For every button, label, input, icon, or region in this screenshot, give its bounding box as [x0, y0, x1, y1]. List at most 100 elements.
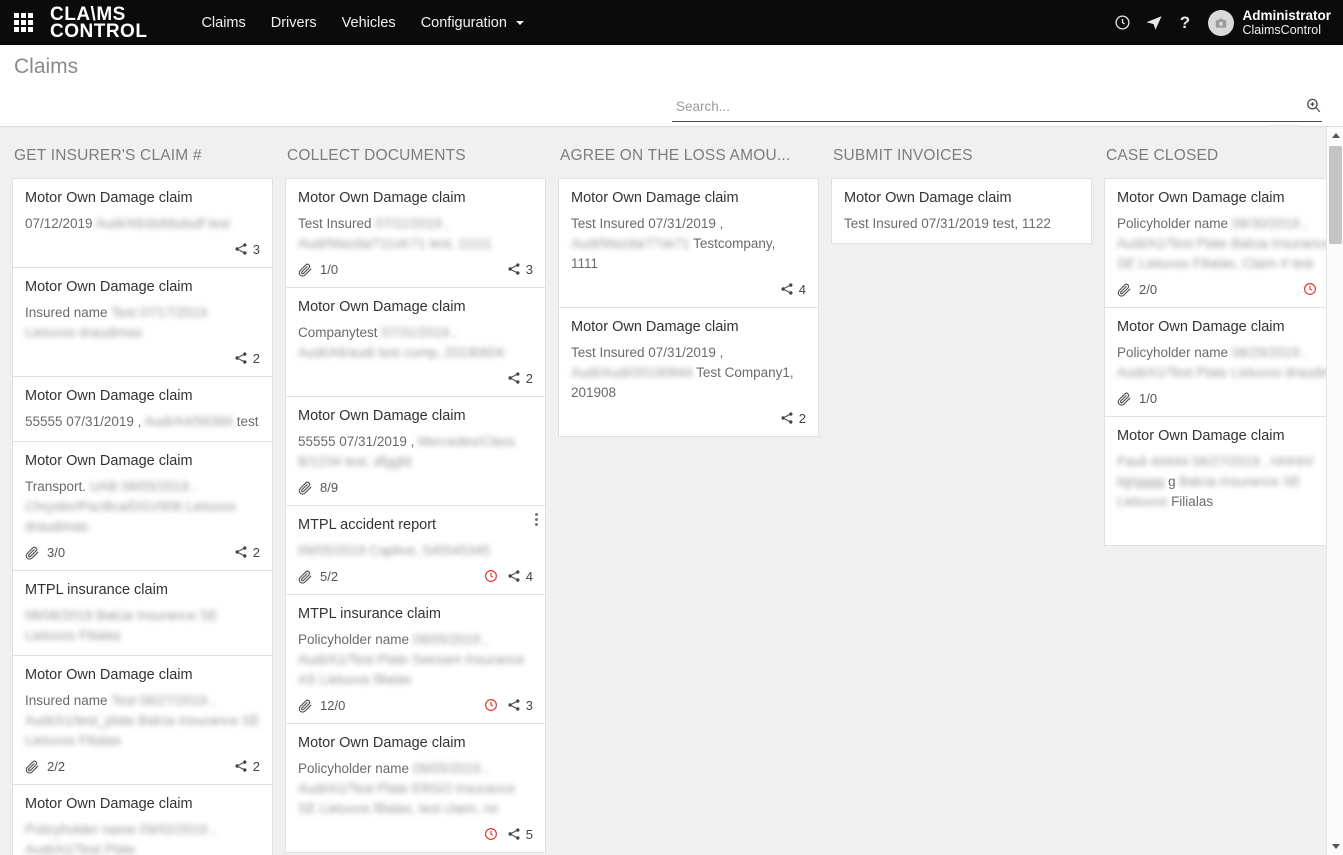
menu-item-configuration[interactable]: Configuration	[410, 2, 535, 44]
card-detail-text: Companytest	[298, 325, 381, 340]
share-icon	[234, 545, 248, 559]
card-detail-text: Audi/A1/test_plate	[25, 713, 135, 728]
share-count-group[interactable]: 2	[234, 545, 260, 560]
paperclip-icon	[298, 569, 313, 584]
kanban-card-details: 09/05/2019 Captive, 545545345	[298, 541, 533, 561]
kanban-card-title: Motor Own Damage claim	[25, 452, 260, 471]
share-icon	[234, 351, 248, 365]
menu-item-claims[interactable]: Claims	[190, 2, 256, 44]
kanban-card[interactable]: MTPL insurance claim08/06/2019 Balcia In…	[12, 570, 273, 655]
card-detail-text: Audi/A6/dsfdsdsdf	[96, 216, 205, 231]
card-indicators: 5	[484, 827, 533, 842]
share-count-group[interactable]: 3	[507, 262, 533, 277]
card-detail-text: Test Insured 07/31/2019	[844, 216, 989, 231]
card-detail-text: test	[208, 216, 230, 231]
card-detail-text: Audi/A1/Test Plate	[1117, 236, 1227, 251]
clock-icon[interactable]	[1107, 0, 1138, 45]
kanban-column: SUBMIT INVOICESMotor Own Damage claimTes…	[831, 127, 1104, 855]
menu-item-drivers[interactable]: Drivers	[260, 2, 328, 44]
overdue-clock-icon[interactable]	[484, 698, 498, 712]
kanban-column-title[interactable]: GET INSURER'S CLAIM #	[12, 127, 273, 178]
menu-item-vehicles[interactable]: Vehicles	[331, 2, 407, 44]
kanban-card-footer: 8/9	[298, 478, 533, 496]
scroll-down-arrow[interactable]	[1327, 838, 1343, 855]
share-count-group[interactable]: 4	[780, 282, 806, 297]
apps-menu-button[interactable]	[0, 0, 46, 45]
attachment-count: 2/0	[1139, 282, 1157, 297]
kanban-card[interactable]: Motor Own Damage claimPauli 44444 06/27/…	[1104, 416, 1343, 546]
search-input[interactable]	[672, 99, 1297, 117]
kanban-card[interactable]: Motor Own Damage claimInsured name Test …	[12, 655, 273, 784]
share-count-group[interactable]: 2	[780, 411, 806, 426]
kanban-card[interactable]: MTPL accident report09/05/2019 Captive, …	[285, 505, 546, 594]
kanban-card[interactable]: Motor Own Damage claimTest Insured 07/31…	[831, 178, 1092, 244]
kanban-card[interactable]: Motor Own Damage claim07/12/2019 Audi/A6…	[12, 178, 273, 267]
kanban-card-title: Motor Own Damage claim	[1117, 189, 1343, 208]
kanban-card[interactable]: Motor Own Damage claimTransport. UAB 08/…	[12, 441, 273, 570]
card-options-menu-icon[interactable]	[535, 513, 538, 526]
card-detail-text: Chrysler/Pacifica/DGV906	[25, 499, 182, 514]
kanban-column-title[interactable]: COLLECT DOCUMENTS	[285, 127, 546, 178]
kanban-card-group: Motor Own Damage claimTest Insured 07/31…	[558, 178, 819, 437]
attachment-count: 8/9	[320, 480, 338, 495]
scrollbar-thumb[interactable]	[1329, 146, 1342, 244]
control-panel: Claims CREATE	[0, 45, 1343, 127]
kanban-card[interactable]: Motor Own Damage claimCompanytest 07/31/…	[285, 287, 546, 396]
kanban-card-group: Motor Own Damage claimTest Insured 07/31…	[831, 178, 1092, 244]
attachment-count: 3/0	[47, 545, 65, 560]
paper-plane-icon[interactable]	[1138, 0, 1169, 45]
share-icon	[507, 262, 521, 276]
user-menu[interactable]: Administrator ClaimsControl	[1200, 9, 1337, 37]
kanban-column-title[interactable]: CASE CLOSED	[1104, 127, 1343, 178]
kanban-card[interactable]: Motor Own Damage claimPolicyholder name …	[12, 784, 273, 855]
kanban-card[interactable]: Motor Own Damage claimTest Insured 07/31…	[558, 307, 819, 437]
kanban-card[interactable]: Motor Own Damage claimInsured name Test …	[12, 267, 273, 376]
question-mark-icon[interactable]: ?	[1169, 0, 1200, 45]
kanban-column: COLLECT DOCUMENTSMotor Own Damage claimT…	[285, 127, 558, 855]
kanban-card[interactable]: Motor Own Damage claimTest Insured 07/31…	[558, 178, 819, 307]
share-count: 3	[526, 262, 533, 277]
share-count-group[interactable]: 3	[234, 242, 260, 257]
share-icon	[507, 371, 521, 385]
overdue-clock-icon[interactable]	[484, 827, 498, 841]
share-count-group[interactable]: 2	[234, 351, 260, 366]
card-detail-text: Filialas	[79, 628, 121, 643]
share-count-group[interactable]: 3	[507, 698, 533, 713]
attachment-count: 2/2	[47, 759, 65, 774]
menu-item-claims-label: Claims	[201, 15, 245, 31]
brand-logo[interactable]: CLA\MS CONTROL	[50, 5, 147, 40]
kanban-card[interactable]: Motor Own Damage claimTest Insured 07/11…	[285, 178, 546, 287]
kanban-card[interactable]: MTPL insurance claimPolicyholder name 09…	[285, 594, 546, 723]
card-detail-text: Audi/A1/Test Plate	[1117, 365, 1227, 380]
kanban-card[interactable]: Motor Own Damage claim55555 07/31/2019 ,…	[285, 396, 546, 505]
kanban-card[interactable]: Motor Own Damage claimPolicyholder name …	[285, 723, 546, 853]
kanban-card[interactable]: Motor Own Damage claimPolicyholder name …	[1104, 307, 1343, 416]
magnifier-plus-icon[interactable]	[1305, 97, 1322, 119]
card-detail-text: Audi/Mazda/711sK71	[298, 236, 425, 251]
card-attachments: 2/2	[25, 759, 65, 774]
scroll-up-arrow[interactable]	[1327, 127, 1343, 144]
paperclip-icon	[298, 262, 313, 277]
overdue-clock-icon[interactable]	[484, 569, 498, 583]
card-detail-text: 55555 07/31/2019 ,	[298, 434, 414, 449]
chevron-down-icon	[516, 21, 524, 25]
vertical-scrollbar[interactable]	[1326, 127, 1343, 855]
kanban-card-footer: 2	[298, 369, 533, 387]
kanban-card[interactable]: Motor Own Damage claim55555 07/31/2019 ,…	[12, 376, 273, 441]
overdue-clock-icon[interactable]	[1303, 282, 1317, 296]
card-detail-text: filialas, test claim, no	[374, 801, 499, 816]
card-detail-text: test, dfggfd	[345, 454, 412, 469]
share-count-group[interactable]: 5	[507, 827, 533, 842]
share-count-group[interactable]: 2	[234, 759, 260, 774]
share-count-group[interactable]: 4	[507, 569, 533, 584]
card-detail-text: Test 08/27/2019 ,	[111, 693, 215, 708]
share-count-group[interactable]: 2	[507, 371, 533, 386]
kanban-card-details: Insured name Test 08/27/2019 , Audi/A1/t…	[25, 691, 260, 751]
kanban-column-title[interactable]: SUBMIT INVOICES	[831, 127, 1092, 178]
card-attachments: 1/0	[298, 262, 338, 277]
kanban-column-title[interactable]: AGREE ON THE LOSS AMOU...	[558, 127, 819, 178]
search-bar	[672, 97, 1322, 122]
kanban-card[interactable]: Motor Own Damage claimPolicyholder name …	[1104, 178, 1343, 307]
kanban-card-details: Test Insured 07/11/2019 , Audi/Mazda/711…	[298, 214, 533, 254]
card-attachments: 8/9	[298, 480, 338, 495]
